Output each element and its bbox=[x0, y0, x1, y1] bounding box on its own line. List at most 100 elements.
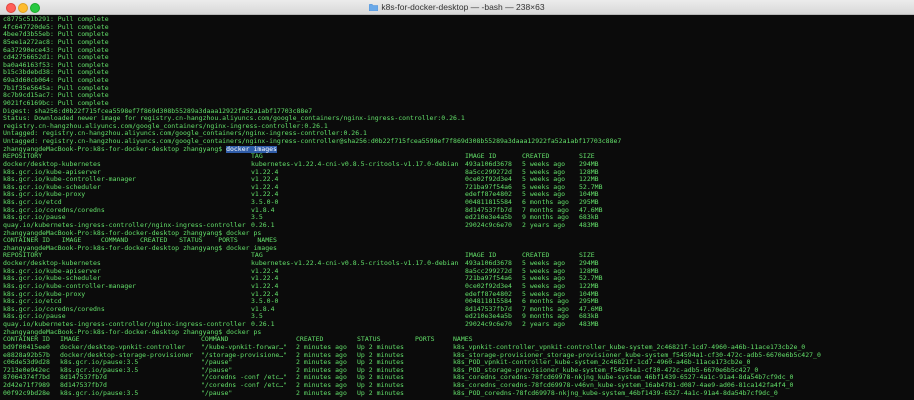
images-table-header: REPOSITORY TAG IMAGE ID CREATED SIZE bbox=[3, 153, 914, 161]
ps-table-header: CONTAINER ID IMAGE COMMAND CREATED STATUS POR… bbox=[3, 336, 914, 344]
ps-empty-header: CONTAINER ID IMAGE COMMAND CREATED STATU… bbox=[3, 237, 914, 245]
table-cell: k8s.gcr.io/kube-proxy bbox=[3, 191, 86, 199]
table-cell: 5 weeks ago bbox=[522, 282, 566, 290]
images-table-row: k8s.gcr.io/kube-scheduler v1.22.4 721ba97f… bbox=[3, 184, 914, 192]
table-cell: 6 months ago bbox=[522, 298, 569, 306]
output-text: 85ee1a272ac8: Pull complete bbox=[3, 38, 109, 46]
table-cell: 295MB bbox=[579, 199, 599, 206]
table-cell: 52.7MB bbox=[579, 183, 603, 191]
table-cell: k8s.gcr.io/kube-scheduler bbox=[3, 275, 101, 283]
table-cell: 6 months ago bbox=[522, 199, 569, 206]
column-header: IMAGE ID bbox=[465, 252, 497, 260]
output-text: registry.cn-hangzhou.aliyuncs.com/google… bbox=[3, 122, 328, 130]
prompt-line: zhangyangdeMacBook-Pro:k8s-for-docker-de… bbox=[3, 230, 914, 238]
table-cell: k8s_POD_storage-provisioner_kube-system_… bbox=[453, 366, 759, 374]
table-cell: 493a106d3678 bbox=[465, 260, 512, 267]
table-cell: k8s.gcr.io/kube-controller-manager bbox=[3, 176, 137, 184]
table-cell: 295MB bbox=[579, 298, 599, 306]
table-cell: 8d147537fb7d bbox=[465, 206, 512, 214]
table-cell: Up 2 minutes bbox=[357, 382, 404, 389]
output-text: 8c7b9cd15ac7: Pull complete bbox=[3, 92, 109, 100]
output-line: Status: Downloaded newer image for regis… bbox=[3, 115, 914, 123]
images-table-row: k8s.gcr.io/pause 3.5 ed210e3e4a5b 9 months … bbox=[3, 214, 914, 222]
table-cell: 2 minutes ago bbox=[296, 374, 347, 382]
output-line: 6a37290ece43: Pull complete bbox=[3, 47, 914, 55]
images-table-row: k8s.gcr.io/etcd 3.5.0-0 004811815584 6 mont… bbox=[3, 298, 914, 306]
table-cell: 294MB bbox=[579, 160, 599, 168]
table-cell: v1.22.4 bbox=[251, 176, 279, 184]
table-cell: 47.6MB bbox=[579, 206, 603, 214]
output-line: 4fc647720de5: Pull complete bbox=[3, 24, 914, 32]
column-header: CREATED bbox=[522, 153, 550, 161]
output-text: b15c3bdebd38: Pull complete bbox=[3, 69, 109, 77]
window-title-area: k8s-for-docker-desktop — -bash — 238×63 bbox=[0, 0, 914, 14]
column-header: SIZE bbox=[579, 252, 595, 260]
column-header: CONTAINER ID bbox=[3, 336, 50, 344]
table-cell: 2 minutes ago bbox=[296, 366, 347, 374]
table-cell: k8s_coredns_coredns-78fcd69978-v46vn_kub… bbox=[453, 382, 794, 389]
table-cell: docker/desktop-vpnkit-controller bbox=[60, 343, 186, 351]
images-table-row: k8s.gcr.io/kube-apiserver v1.22.4 8a5cc299… bbox=[3, 268, 914, 276]
table-cell: k8s_vpnkit-controller_vpnkit-controller_… bbox=[453, 343, 806, 351]
output-text: Untagged: registry.cn-hangzhou.aliyuncs.… bbox=[3, 138, 622, 145]
output-line: ba0a46163f53: Pull complete bbox=[3, 62, 914, 70]
output-line: Untagged: registry.cn-hangzhou.aliyuncs.… bbox=[3, 138, 914, 146]
output-text: ba0a46163f53: Pull complete bbox=[3, 61, 109, 69]
table-cell: 9 months ago bbox=[522, 313, 569, 321]
table-cell: Up 2 minutes bbox=[357, 351, 404, 359]
column-header: TAG bbox=[251, 153, 263, 161]
table-cell: Up 2 minutes bbox=[357, 359, 404, 367]
images-table-row: k8s.gcr.io/kube-scheduler v1.22.4 721ba97f… bbox=[3, 275, 914, 283]
output-line: 69a3d60cb064: Pull complete bbox=[3, 77, 914, 85]
column-header: IMAGE ID bbox=[465, 153, 497, 161]
table-cell: "/pause" bbox=[201, 389, 233, 397]
output-text: 4fc647720de5: Pull complete bbox=[3, 23, 109, 31]
table-cell: 122MB bbox=[579, 176, 599, 184]
table-cell: k8s.gcr.io/kube-proxy bbox=[3, 290, 86, 298]
column-header: CREATED bbox=[296, 336, 324, 344]
output-text: 4bee7d3b55eb: Pull complete bbox=[3, 31, 109, 39]
ps-table-row: bd9f00415ee0 docker/desktop-vpnkit-contro… bbox=[3, 344, 914, 352]
output-text: c8775c51b291: Pull complete bbox=[3, 16, 109, 23]
table-cell: v1.8.4 bbox=[251, 206, 275, 214]
table-cell: 0ce02f92d3e4 bbox=[465, 176, 512, 184]
terminal-output[interactable]: c8775c51b291: Pull complete 4fc647720de5:… bbox=[0, 14, 914, 400]
table-cell: e8828a92b57b bbox=[3, 351, 50, 359]
table-cell: v1.22.4 bbox=[251, 275, 279, 283]
table-cell: k8s.gcr.io/pause:3.5 bbox=[60, 359, 139, 367]
table-cell: 7213e0e942ec bbox=[3, 366, 50, 374]
table-cell: k8s.gcr.io/coredns/coredns bbox=[3, 206, 105, 214]
window-titlebar[interactable]: k8s-for-docker-desktop — -bash — 238×63 bbox=[0, 0, 914, 15]
table-cell: bd9f00415ee0 bbox=[3, 343, 50, 351]
output-line: b15c3bdebd38: Pull complete bbox=[3, 69, 914, 77]
images-table-row: docker/desktop-kubernetes kubernetes-v1.2… bbox=[3, 260, 914, 268]
shell-command: docker ps bbox=[226, 229, 262, 237]
output-text: cd42756652d1: Pull complete bbox=[3, 54, 109, 62]
table-cell: k8s.gcr.io/pause bbox=[3, 313, 66, 321]
table-cell: "/pause" bbox=[201, 366, 233, 374]
column-header: REPOSITORY bbox=[3, 153, 43, 161]
output-text: 6a37290ece43: Pull complete bbox=[3, 46, 109, 54]
table-cell: k8s.gcr.io/etcd bbox=[3, 199, 62, 206]
table-cell: 5 weeks ago bbox=[522, 183, 566, 191]
table-cell: edeff87e4802 bbox=[465, 290, 512, 298]
ps-table-row: 00f92c9bd28e k8s.gcr.io/pause:3.5 "/pause"… bbox=[3, 390, 914, 398]
table-cell: 8a5cc299272d bbox=[465, 267, 512, 275]
output-text: 7b1f35e5645a: Pull complete bbox=[3, 84, 109, 92]
table-cell: 2 minutes ago bbox=[296, 382, 347, 389]
images-table-row: k8s.gcr.io/kube-proxy v1.22.4 edeff87e4802… bbox=[3, 291, 914, 299]
table-cell: "/storage-provisione…" bbox=[201, 351, 288, 359]
shell-prompt: zhangyangdeMacBook-Pro:k8s-for-docker-de… bbox=[3, 328, 227, 336]
output-line: 9021fc6169bc: Pull complete bbox=[3, 100, 914, 108]
table-cell: 493a106d3678 bbox=[465, 160, 512, 168]
table-cell: 5 weeks ago bbox=[522, 191, 566, 199]
table-cell: 2 years ago bbox=[522, 321, 566, 328]
table-cell: k8s.gcr.io/kube-apiserver bbox=[3, 168, 101, 176]
table-cell: 128MB bbox=[579, 168, 599, 176]
output-line: 7b1f35e5645a: Pull complete bbox=[3, 85, 914, 93]
table-cell: 7 months ago bbox=[522, 305, 569, 313]
images-table-header: REPOSITORY TAG IMAGE ID CREATED SIZE bbox=[3, 252, 914, 260]
images-table-row: quay.io/kubernetes-ingress-controller/ng… bbox=[3, 321, 914, 329]
table-cell: k8s.gcr.io/etcd bbox=[3, 298, 62, 306]
table-cell: k8s_storage-provisioner_storage-provisio… bbox=[453, 351, 821, 359]
